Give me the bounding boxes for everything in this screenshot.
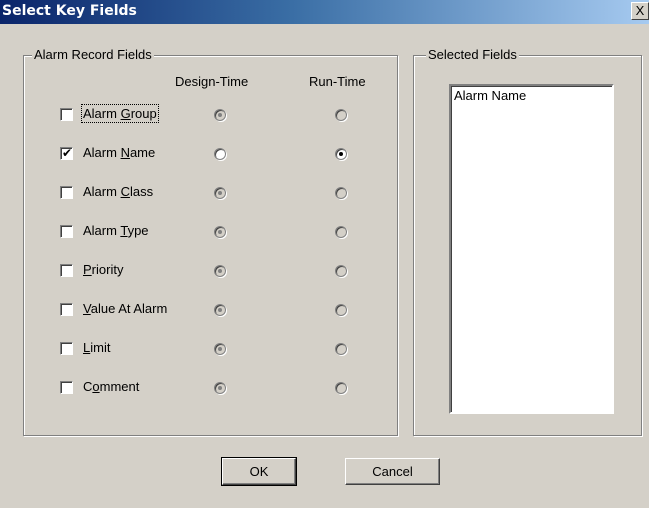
design-time-header: Design-Time [175,74,249,89]
field-label-accesskey: T [120,223,128,238]
design-time-radio[interactable] [214,343,226,355]
cancel-button[interactable]: Cancel [345,458,440,485]
field-checkbox[interactable] [60,381,73,394]
field-label[interactable]: Alarm Group [81,104,159,123]
radio-dot-icon [218,308,222,312]
design-time-radio[interactable] [214,265,226,277]
field-checkbox[interactable] [60,225,73,238]
field-label-suffix: mment [99,379,140,394]
field-label-accesskey: G [120,106,131,121]
field-label-suffix: lass [129,184,154,199]
design-time-radio[interactable] [214,187,226,199]
field-label-accesskey: V [83,301,91,316]
design-time-radio[interactable] [214,304,226,316]
radio-dot-icon [218,230,222,234]
field-label-suffix: riority [91,262,124,277]
field-label-suffix: imit [90,340,111,355]
field-label[interactable]: Alarm Type [83,223,149,238]
run-time-radio[interactable] [335,109,347,121]
alarm-record-fields-group: Alarm Record Fields Design-Time Run-Time… [23,47,398,436]
field-label-accesskey: C [120,184,130,199]
selected-fields-list[interactable]: Alarm Name [449,84,614,414]
design-time-radio[interactable] [214,148,226,160]
field-label-accesskey: P [83,262,92,277]
field-label-prefix: C [83,379,93,394]
field-label[interactable]: Value At Alarm [83,301,167,316]
field-checkbox[interactable]: ✔ [60,146,73,160]
field-checkbox[interactable] [60,108,73,121]
field-checkbox[interactable] [60,264,73,277]
field-label-prefix: Alarm [83,106,121,121]
field-checkbox[interactable] [60,303,73,316]
close-button[interactable]: X [631,2,649,20]
field-label[interactable]: Comment [83,379,139,394]
selected-field-item[interactable]: Alarm Name [451,86,612,105]
design-time-radio[interactable] [214,382,226,394]
field-label-suffix: ype [127,223,149,238]
design-time-radio[interactable] [214,226,226,238]
radio-dot-icon [339,152,343,156]
field-label[interactable]: Alarm Class [83,184,153,199]
field-label[interactable]: Limit [83,340,110,355]
run-time-radio[interactable] [335,265,347,277]
field-label-suffix: ame [129,145,156,160]
field-label-prefix: Alarm [83,145,121,160]
run-time-radio[interactable] [335,382,347,394]
radio-dot-icon [218,113,222,117]
run-time-radio[interactable] [335,148,347,160]
window-title: Select Key Fields [2,3,137,19]
field-label[interactable]: Priority [83,262,123,277]
field-label-prefix: Alarm [83,223,121,238]
design-time-radio[interactable] [214,109,226,121]
field-label[interactable]: Alarm Name [83,145,155,160]
radio-dot-icon [218,191,222,195]
check-mark-icon: ✔ [62,146,73,160]
field-label-suffix: alue At Alarm [90,301,168,316]
run-time-radio[interactable] [335,304,347,316]
field-checkbox[interactable] [60,342,73,355]
radio-dot-icon [218,347,222,351]
run-time-radio[interactable] [335,343,347,355]
field-label-prefix: Alarm [83,184,121,199]
field-label-accesskey: o [92,379,100,394]
run-time-header: Run-Time [309,74,366,89]
run-time-radio[interactable] [335,187,347,199]
title-bar: Select Key Fields X [0,0,649,24]
run-time-radio[interactable] [335,226,347,238]
radio-dot-icon [218,386,222,390]
selected-fields-legend: Selected Fields [426,47,519,62]
field-label-suffix: roup [130,106,157,121]
radio-dot-icon [218,269,222,273]
ok-button[interactable]: OK [221,457,297,486]
field-checkbox[interactable] [60,186,73,199]
alarm-record-fields-legend: Alarm Record Fields [32,47,154,62]
field-label-accesskey: N [120,145,130,160]
